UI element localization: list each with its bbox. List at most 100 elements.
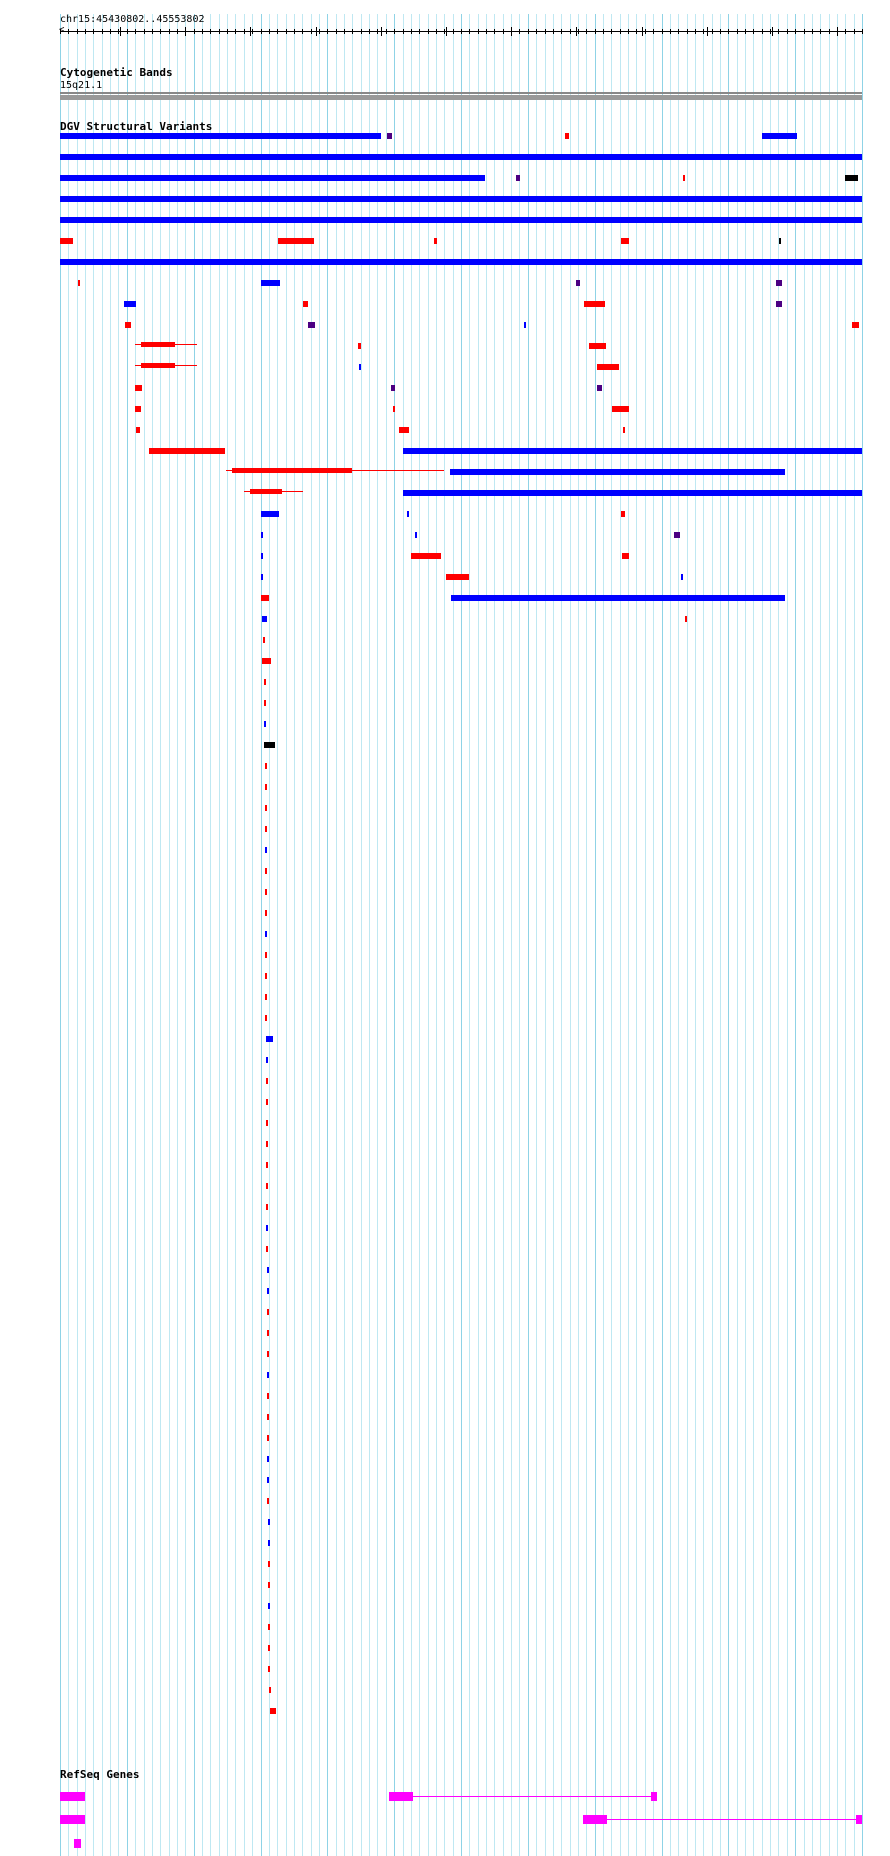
dgv-feature-bar[interactable] (358, 364, 361, 370)
dgv-feature-bar[interactable] (266, 1141, 269, 1147)
dgv-feature-bar[interactable] (265, 868, 268, 874)
refseq-gene-exon[interactable] (651, 1792, 658, 1801)
dgv-feature-bar[interactable] (597, 385, 602, 391)
dgv-feature-bar[interactable] (125, 322, 132, 328)
dgv-feature-bar[interactable] (449, 469, 786, 475)
dgv-feature-bar[interactable] (266, 1351, 269, 1357)
dgv-feature-bar[interactable] (265, 1015, 268, 1021)
dgv-feature-bar[interactable] (267, 1456, 270, 1462)
dgv-feature-bar[interactable] (60, 238, 74, 244)
refseq-gene-intron-line[interactable] (582, 1819, 862, 1820)
refseq-gene-exon[interactable] (388, 1792, 413, 1801)
dgv-feature-bar[interactable] (260, 532, 263, 538)
dgv-feature-bar[interactable] (260, 511, 280, 517)
dgv-feature-bar[interactable] (450, 595, 786, 601)
dgv-feature-bar[interactable] (266, 1330, 269, 1336)
dgv-feature-bar[interactable] (265, 952, 268, 958)
dgv-feature-bar[interactable] (60, 154, 862, 160)
dgv-feature-bar[interactable] (265, 826, 268, 832)
dgv-feature-bar[interactable] (265, 847, 268, 853)
dgv-feature-bar[interactable] (267, 1645, 270, 1651)
dgv-feature-bar[interactable] (402, 448, 862, 454)
dgv-feature-bar[interactable] (684, 616, 687, 622)
dgv-feature-bar[interactable] (778, 238, 781, 244)
dgv-feature-bar[interactable] (265, 889, 268, 895)
dgv-feature-bar[interactable] (123, 301, 137, 307)
dgv-feature-bar[interactable] (267, 1519, 270, 1525)
dgv-feature-bar[interactable] (775, 280, 782, 286)
refseq-gene-exon[interactable] (856, 1815, 862, 1824)
dgv-feature-bar[interactable] (267, 1477, 270, 1483)
dgv-feature-bar[interactable] (265, 763, 268, 769)
dgv-feature-bar-core[interactable] (140, 363, 176, 368)
dgv-feature-bar[interactable] (622, 553, 630, 559)
dgv-feature-bar[interactable] (260, 553, 263, 559)
dgv-feature-bar[interactable] (136, 427, 141, 433)
dgv-feature-bar[interactable] (621, 238, 629, 244)
dgv-feature-bar[interactable] (78, 280, 81, 286)
dgv-feature-bar[interactable] (266, 1267, 269, 1273)
dgv-feature-bar[interactable] (266, 1036, 273, 1042)
dgv-feature-bar[interactable] (267, 1372, 270, 1378)
dgv-feature-bar[interactable] (265, 784, 268, 790)
dgv-feature-bar[interactable] (60, 196, 862, 202)
dgv-feature-bar[interactable] (516, 175, 521, 181)
dgv-feature-bar[interactable] (267, 1435, 270, 1441)
dgv-feature-bar[interactable] (260, 280, 281, 286)
dgv-feature-bar[interactable] (575, 280, 581, 286)
dgv-feature-bar[interactable] (411, 553, 442, 559)
dgv-feature-bar-core[interactable] (232, 468, 353, 473)
dgv-feature-bar[interactable] (265, 931, 268, 937)
dgv-feature-bar[interactable] (267, 1624, 270, 1630)
dgv-feature-bar[interactable] (588, 343, 607, 349)
dgv-feature-bar[interactable] (266, 1078, 269, 1084)
dgv-feature-bar[interactable] (60, 259, 862, 265)
dgv-feature-bar[interactable] (60, 133, 382, 139)
dgv-feature-bar[interactable] (278, 238, 314, 244)
dgv-feature-bar[interactable] (266, 1225, 269, 1231)
dgv-feature-bar[interactable] (263, 637, 266, 643)
dgv-feature-bar[interactable] (134, 406, 141, 412)
dgv-feature-bar[interactable] (387, 133, 392, 139)
dgv-feature-bar[interactable] (762, 133, 797, 139)
dgv-feature-bar[interactable] (269, 1708, 276, 1714)
dgv-feature-bar[interactable] (612, 406, 629, 412)
refseq-gene-intron-line[interactable] (388, 1796, 658, 1797)
dgv-feature-bar[interactable] (402, 490, 862, 496)
dgv-feature-bar[interactable] (399, 427, 409, 433)
dgv-feature-bar[interactable] (406, 511, 409, 517)
dgv-feature-bar[interactable] (267, 1666, 270, 1672)
dgv-feature-bar[interactable] (266, 1120, 269, 1126)
dgv-feature-bar[interactable] (674, 532, 681, 538)
refseq-gene-exon[interactable] (74, 1839, 81, 1848)
dgv-feature-bar[interactable] (266, 1183, 269, 1189)
dgv-feature-bar[interactable] (60, 175, 486, 181)
dgv-feature-bar[interactable] (775, 301, 783, 307)
dgv-feature-bar[interactable] (680, 574, 683, 580)
dgv-feature-bar[interactable] (267, 1582, 270, 1588)
dgv-feature-bar[interactable] (390, 385, 396, 391)
dgv-feature-bar[interactable] (264, 679, 267, 685)
dgv-feature-bar[interactable] (524, 322, 527, 328)
dgv-feature-bar[interactable] (266, 1099, 269, 1105)
dgv-feature-bar[interactable] (267, 1540, 270, 1546)
dgv-feature-bar-core[interactable] (140, 342, 176, 347)
dgv-feature-bar[interactable] (265, 910, 268, 916)
dgv-feature-bar[interactable] (267, 1603, 270, 1609)
dgv-feature-bar[interactable] (264, 742, 276, 748)
refseq-gene-exon[interactable] (78, 1815, 85, 1824)
dgv-feature-bar[interactable] (308, 322, 315, 328)
dgv-feature-bar[interactable] (260, 595, 269, 601)
dgv-feature-bar[interactable] (415, 532, 418, 538)
dgv-feature-bar[interactable] (445, 574, 470, 580)
dgv-feature-bar[interactable] (392, 406, 396, 412)
dgv-feature-bar[interactable] (596, 364, 619, 370)
dgv-feature-bar[interactable] (267, 1414, 270, 1420)
dgv-feature-bar[interactable] (266, 1057, 269, 1063)
dgv-feature-bar[interactable] (267, 1393, 270, 1399)
dgv-feature-bar[interactable] (264, 700, 267, 706)
dgv-feature-bar[interactable] (266, 1204, 269, 1210)
dgv-feature-bar[interactable] (267, 1498, 270, 1504)
dgv-feature-bar[interactable] (852, 322, 859, 328)
dgv-feature-bar[interactable] (265, 805, 268, 811)
